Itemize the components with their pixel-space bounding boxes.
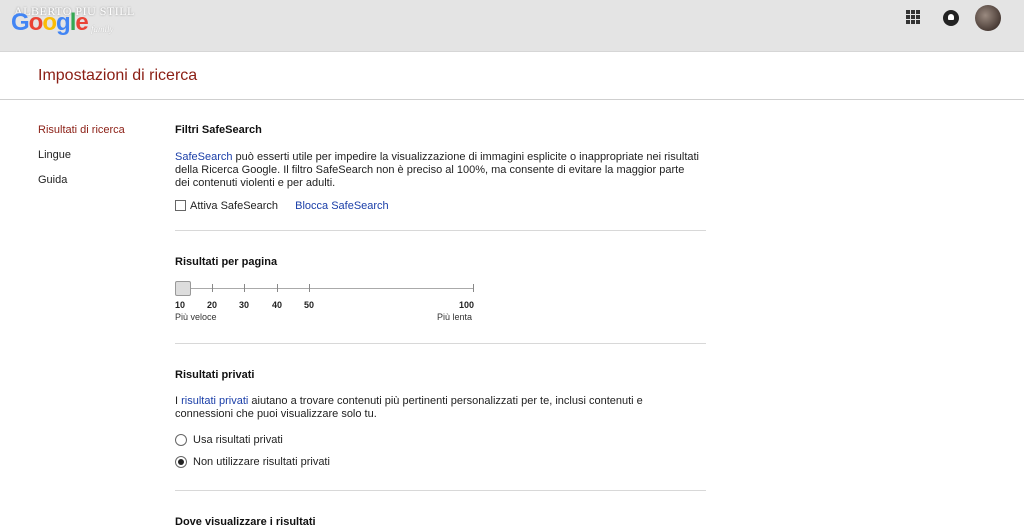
radio-button[interactable] <box>175 456 187 468</box>
slider-tick <box>277 284 278 292</box>
logo-word: Google <box>11 9 89 36</box>
label-faster: Più veloce <box>175 312 217 322</box>
top-bar: ALBERTO PIU STILL Google family <box>0 0 1024 52</box>
safesearch-checkbox-row: Attiva SafeSearch Blocca SafeSearch <box>175 200 389 212</box>
avatar[interactable] <box>975 5 1001 31</box>
where-results-title: Dove visualizzare i risultati <box>175 516 316 526</box>
radio-button[interactable] <box>175 434 187 446</box>
radio-label[interactable]: Usa risultati privati <box>193 434 283 446</box>
results-slider-handle[interactable] <box>175 281 191 296</box>
slider-tick <box>473 284 474 292</box>
safesearch-checkbox[interactable] <box>175 200 186 211</box>
bell-icon[interactable] <box>943 10 959 26</box>
slider-tick <box>309 284 310 292</box>
results-slider-track[interactable] <box>175 288 474 289</box>
tick-label-20: 20 <box>207 300 218 310</box>
divider <box>175 490 706 491</box>
radio-label[interactable]: Non utilizzare risultati privati <box>193 456 330 468</box>
page-title: Impostazioni di ricerca <box>38 67 198 84</box>
tick-label-50: 50 <box>304 300 315 310</box>
slider-tick <box>244 284 245 292</box>
tick-label-100: 100 <box>459 300 475 310</box>
safesearch-description: SafeSearch può esserti utile per impedir… <box>175 151 699 189</box>
sidebar-item-guida[interactable]: Guida <box>38 174 125 199</box>
sidebar-item-lingue[interactable]: Lingue <box>38 149 125 174</box>
tick-label-40: 40 <box>272 300 283 310</box>
private-results-link[interactable]: risultati privati <box>181 395 248 407</box>
divider <box>175 343 706 344</box>
safesearch-link[interactable]: SafeSearch <box>175 151 232 163</box>
private-results-description: I risultati privati aiutano a trovare co… <box>175 395 643 420</box>
safesearch-checkbox-label[interactable]: Attiva SafeSearch <box>190 200 278 212</box>
results-per-page-title: Risultati per pagina <box>175 256 278 268</box>
radio-dont-use-private[interactable]: Non utilizzare risultati privati <box>175 456 330 468</box>
sidebar-item-risultati[interactable]: Risultati di ricerca <box>38 124 125 149</box>
tick-label-10: 10 <box>175 300 186 310</box>
private-results-title: Risultati privati <box>175 369 255 381</box>
safesearch-title: Filtri SafeSearch <box>175 124 262 136</box>
label-slower: Più lenta <box>437 312 473 322</box>
tick-label-30: 30 <box>239 300 250 310</box>
lock-safesearch-link[interactable]: Blocca SafeSearch <box>295 200 389 212</box>
logo-sub: family <box>91 24 114 34</box>
sidebar: Risultati di ricerca Lingue Guida <box>38 124 125 199</box>
slider-tick <box>212 284 213 292</box>
apps-grid-icon[interactable] <box>906 10 920 24</box>
radio-use-private[interactable]: Usa risultati privati <box>175 434 283 446</box>
divider <box>175 230 706 231</box>
title-bar: Impostazioni di ricerca <box>0 53 1024 100</box>
